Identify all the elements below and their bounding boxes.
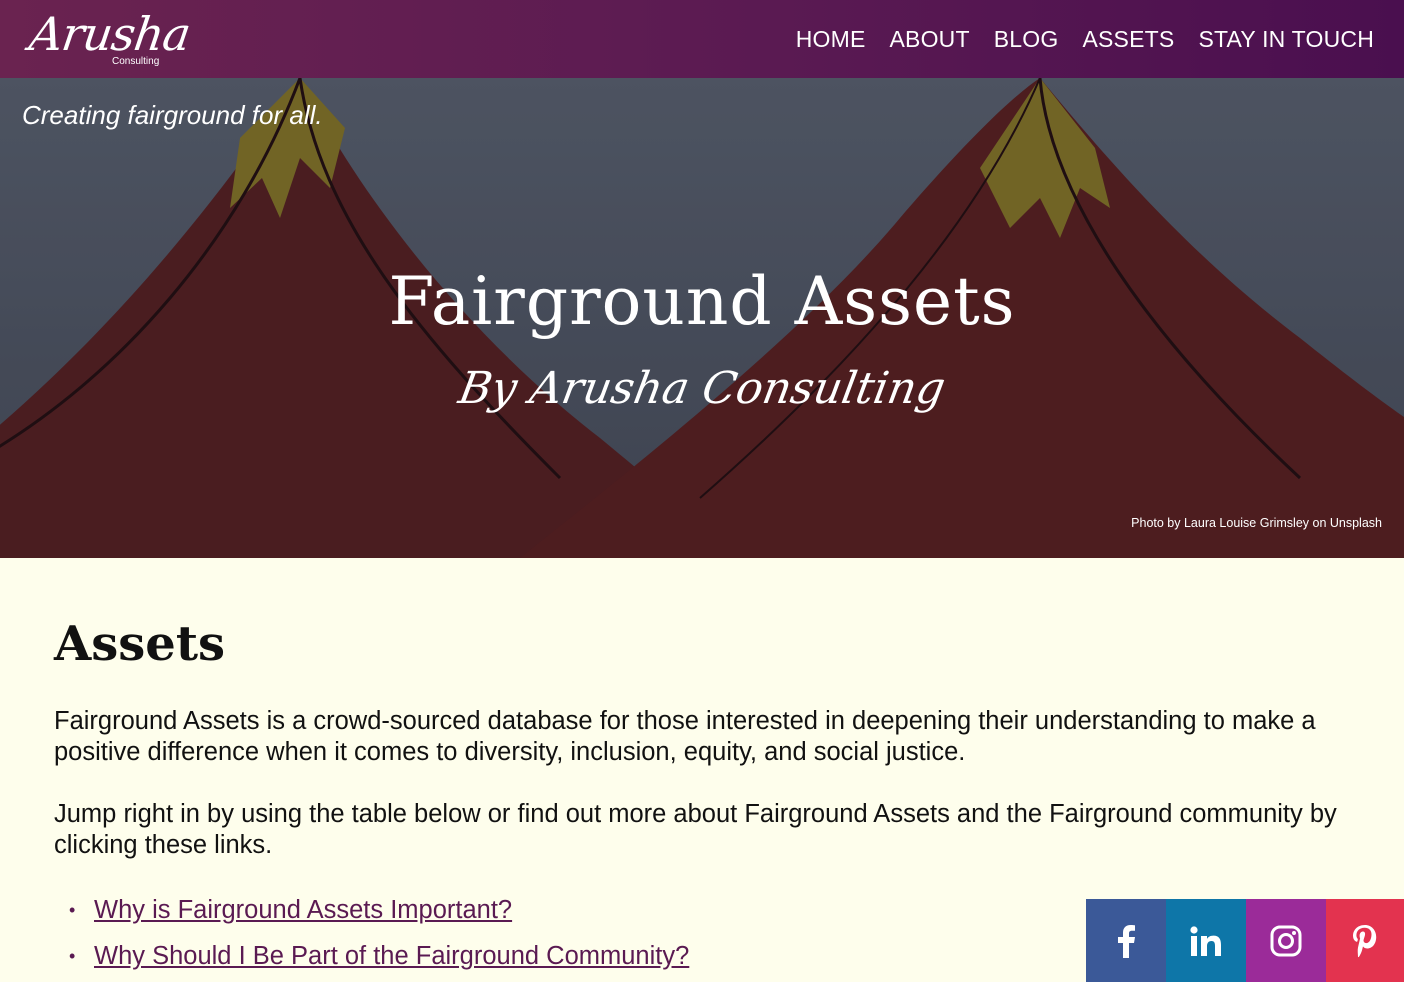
- nav-blog[interactable]: BLOG: [994, 26, 1059, 53]
- section-heading: Assets: [54, 616, 226, 672]
- nav-home[interactable]: HOME: [796, 26, 866, 53]
- site-header: Arusha Consulting HOME ABOUT BLOG ASSETS…: [0, 0, 1404, 78]
- link-why-important[interactable]: Why is Fairground Assets Important?: [94, 896, 512, 924]
- pinterest-button[interactable]: [1326, 899, 1404, 982]
- logo-subtext: Consulting: [112, 56, 160, 67]
- instagram-icon: [1270, 925, 1302, 956]
- social-share-bar: [1086, 899, 1404, 982]
- facebook-button[interactable]: [1086, 899, 1166, 982]
- facebook-icon: [1118, 924, 1135, 958]
- photo-credit: Photo by Laura Louise Grimsley on Unspla…: [1131, 516, 1382, 530]
- page-title: Fairground Assets: [388, 263, 1016, 340]
- link-why-community[interactable]: Why Should I Be Part of the Fairground C…: [94, 942, 689, 970]
- hero-subtitle: By Arusha Consulting: [454, 363, 950, 414]
- hero-tagline: Creating fairground for all.: [22, 100, 323, 130]
- links-intro-paragraph: Jump right in by using the table below o…: [54, 800, 1337, 859]
- bullet-icon: •: [69, 946, 76, 966]
- intro-paragraph: Fairground Assets is a crowd-sourced dat…: [54, 707, 1316, 766]
- linkedin-button[interactable]: [1166, 899, 1246, 982]
- instagram-button[interactable]: [1246, 899, 1326, 982]
- hero-banner: Creating fairground for all. Fairground …: [0, 78, 1404, 558]
- site-logo[interactable]: Arusha Consulting: [26, 7, 193, 70]
- main-nav: HOME ABOUT BLOG ASSETS STAY IN TOUCH: [796, 26, 1374, 53]
- bullet-icon: •: [69, 900, 76, 920]
- linkedin-icon: [1190, 925, 1221, 956]
- nav-assets[interactable]: ASSETS: [1082, 26, 1174, 53]
- nav-stay-in-touch[interactable]: STAY IN TOUCH: [1198, 26, 1374, 53]
- logo-wordmark: Arusha: [26, 7, 194, 61]
- pinterest-icon: [1353, 924, 1377, 957]
- nav-about[interactable]: ABOUT: [890, 26, 970, 53]
